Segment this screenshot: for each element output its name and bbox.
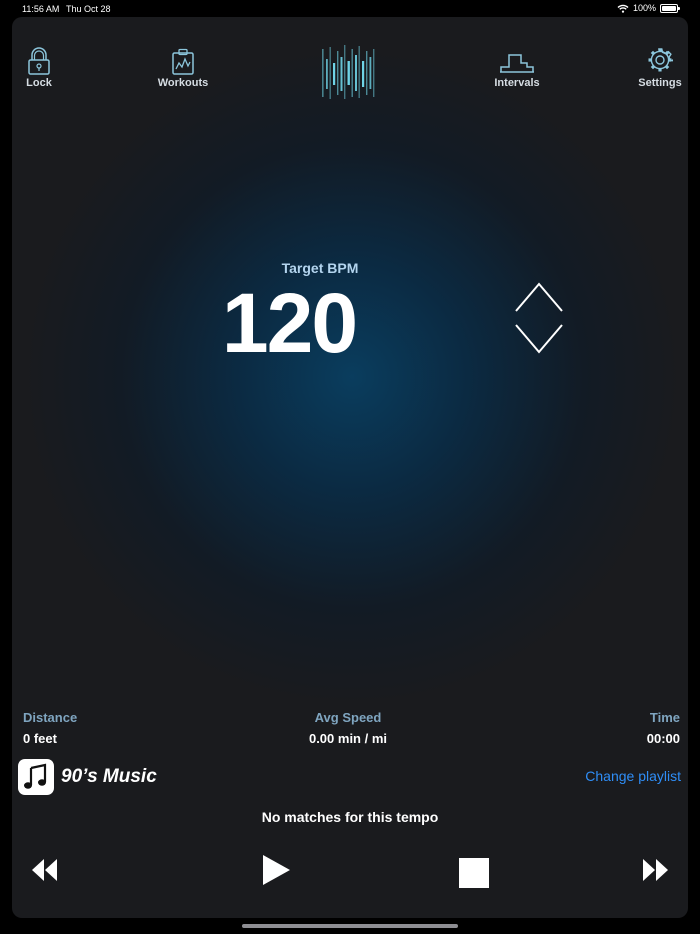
playlist-artwork[interactable] xyxy=(18,759,54,795)
nav-lock-label: Lock xyxy=(26,77,52,89)
waveform-logo xyxy=(320,43,376,101)
waveform-logo-icon xyxy=(322,45,375,99)
lock-icon xyxy=(28,47,50,75)
gear-icon xyxy=(648,48,673,72)
tempo-match-message: No matches for this tempo xyxy=(261,809,439,825)
home-indicator[interactable] xyxy=(242,924,458,928)
avg-speed-value: 0.00 min / mi xyxy=(308,731,388,746)
change-playlist-link[interactable]: Change playlist xyxy=(585,768,681,784)
rewind-button[interactable] xyxy=(30,855,60,885)
time-label: Time xyxy=(649,710,680,725)
avg-speed-label: Avg Speed xyxy=(314,710,382,725)
target-bpm-label: Target BPM xyxy=(281,260,359,276)
status-date: Thu Oct 28 xyxy=(66,4,111,14)
app-panel: Lock Workouts Intervals Settings Target … xyxy=(12,17,688,918)
distance-value: 0 feet xyxy=(23,731,57,746)
playlist-name: 90’s Music xyxy=(61,766,157,787)
bpm-decrease-chevron-down-icon[interactable] xyxy=(514,323,564,355)
bpm-increase-chevron-up-icon[interactable] xyxy=(514,281,564,313)
music-note-icon xyxy=(24,763,47,789)
battery-percent: 100% xyxy=(632,3,656,13)
avg-speed-stat: Avg Speed 0.00 min / mi xyxy=(282,710,414,746)
stop-button[interactable] xyxy=(459,858,489,888)
wifi-icon xyxy=(617,4,629,13)
nav-settings-label: Settings xyxy=(638,77,682,89)
fast-forward-button[interactable] xyxy=(640,855,670,885)
distance-label: Distance xyxy=(23,710,78,725)
nav-intervals-button[interactable]: Intervals xyxy=(490,47,544,89)
time-value: 00:00 xyxy=(646,731,680,746)
time-stat: Time 00:00 xyxy=(647,710,680,746)
play-button[interactable] xyxy=(260,853,292,887)
nav-lock-button[interactable]: Lock xyxy=(22,47,56,89)
nav-workouts-button[interactable]: Workouts xyxy=(152,47,214,89)
target-bpm-value: 120 xyxy=(221,276,358,370)
battery-icon xyxy=(660,3,680,13)
nav-workouts-label: Workouts xyxy=(157,77,209,89)
nav-settings-button[interactable]: Settings xyxy=(634,47,686,89)
nav-intervals-label: Intervals xyxy=(494,77,540,89)
status-bar: 11:56 AM Thu Oct 28 100% xyxy=(0,0,700,16)
status-right: 100% xyxy=(617,3,680,13)
distance-stat: Distance 0 feet xyxy=(23,710,77,746)
status-time: 11:56 AM xyxy=(22,4,60,14)
clipboard-chart-icon xyxy=(172,48,194,75)
steps-chart-icon xyxy=(500,54,534,73)
